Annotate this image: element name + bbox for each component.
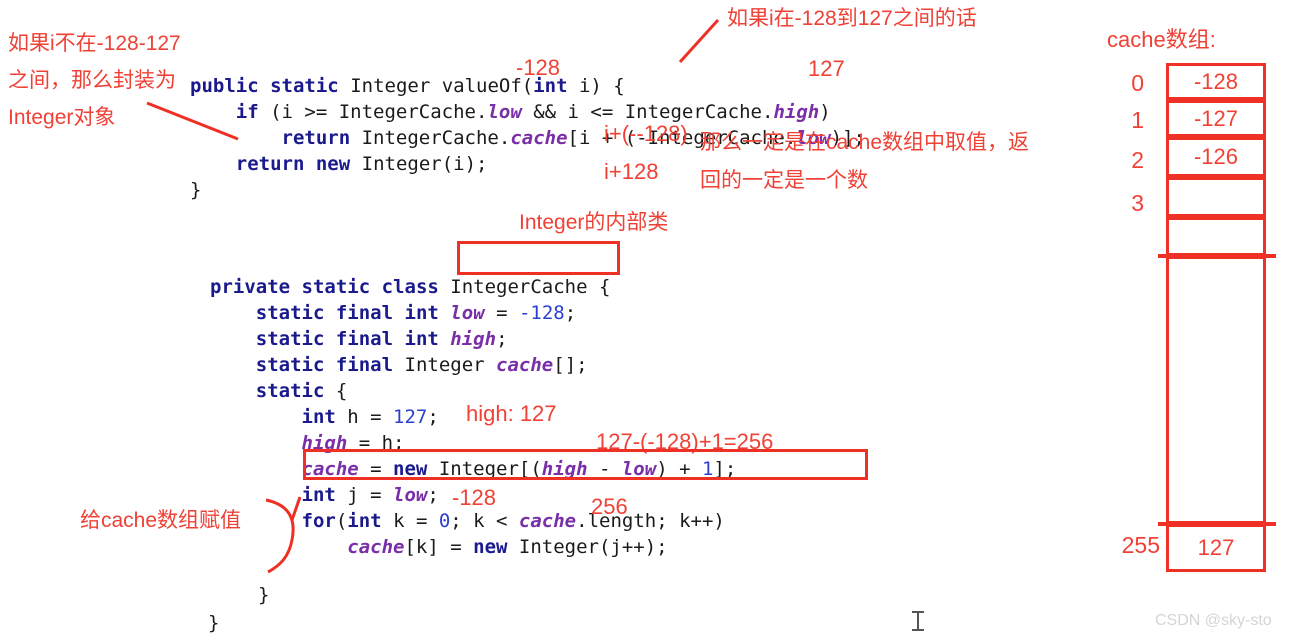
- pointer-line-assign-cache-tail: [290, 496, 302, 521]
- pointer-line-left-top: [146, 101, 239, 141]
- cache-index-3: 3: [1131, 190, 1144, 216]
- pointer-brace-assign-cache: [265, 498, 295, 574]
- cache-cell-2: -126: [1166, 137, 1266, 177]
- cache-cell-3: [1166, 177, 1266, 217]
- cache-cell-255: 127: [1166, 524, 1266, 572]
- cache-index-0: 0: [1131, 70, 1144, 96]
- text-cursor-icon: [912, 611, 924, 631]
- cache-cell-0: -128: [1166, 63, 1266, 100]
- cache-cell-1: -127: [1166, 100, 1266, 137]
- cache-array-title: cache数组:: [1107, 27, 1216, 52]
- cache-index-255: 255: [1121, 532, 1160, 558]
- screenshot-root: public static Integer valueOf(int i) { i…: [0, 0, 1304, 641]
- pointer-line-top-right: [678, 18, 720, 64]
- cache-divider-lower: [1158, 522, 1276, 526]
- cache-cell-4: [1166, 217, 1266, 256]
- cache-index-1: 1: [1131, 107, 1144, 133]
- cache-divider-upper: [1158, 254, 1276, 258]
- watermark-csdn: CSDN @sky-sto: [1155, 612, 1272, 629]
- cache-index-2: 2: [1131, 147, 1144, 173]
- cache-cell-ellipsis: [1166, 256, 1266, 524]
